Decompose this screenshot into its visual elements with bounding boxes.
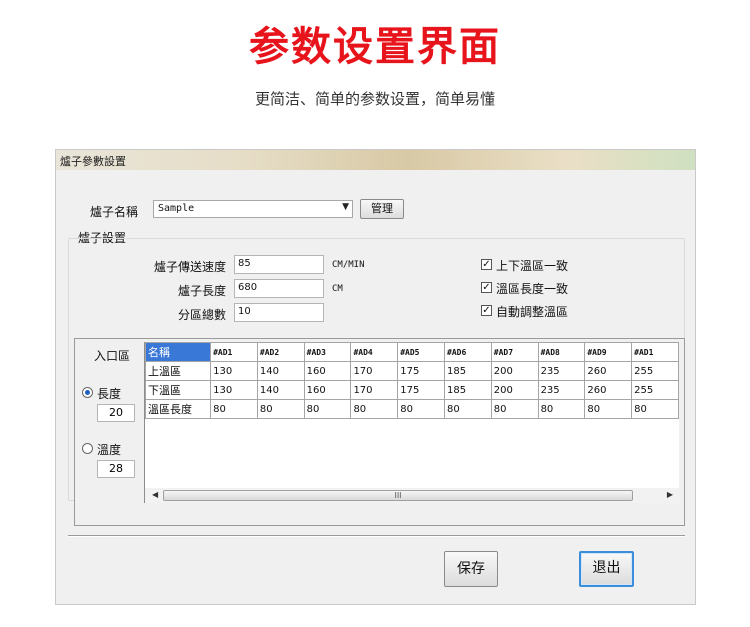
table-cell[interactable]: 80 — [350, 399, 399, 419]
zones-label: 分區總數 — [177, 308, 226, 322]
footer-divider — [68, 535, 685, 537]
dropdown-arrow-icon[interactable]: ▼ — [342, 202, 349, 212]
window-title: 爐子參數設置 — [60, 155, 126, 168]
furnace-name-value: Sample — [158, 203, 195, 214]
temperature-radio[interactable] — [82, 443, 93, 454]
entrance-label: 入口區 — [94, 349, 131, 363]
table-cell[interactable]: 80 — [210, 399, 258, 419]
entrance-length-input[interactable]: 20 — [97, 404, 135, 422]
furnace-name-label: 爐子名稱 — [90, 205, 139, 219]
table-header-cell[interactable]: 名稱 — [145, 342, 212, 362]
window-titlebar[interactable]: 爐子參數設置 — [56, 150, 695, 170]
table-cell[interactable]: 80 — [303, 399, 352, 419]
scroll-right-icon[interactable]: ▶ — [667, 490, 673, 499]
furnace-settings-window: 爐子參數設置 爐子名稱 Sample ▼ 管理 爐子設置 爐子傳送速度 85 C… — [55, 149, 696, 605]
table-cell[interactable]: 溫區長度 — [145, 399, 212, 419]
table-cell[interactable]: 160 — [303, 361, 352, 381]
table-cell[interactable]: 255 — [631, 380, 679, 400]
table-cell[interactable]: 200 — [490, 361, 539, 381]
table-header-row: 名稱 #AD1 #AD2 #AD3 #AD4 #AD5 #AD6 #AD7 #A… — [145, 342, 679, 362]
length-unit: CM — [332, 284, 343, 294]
same-zone-length-label: 溫區長度一致 — [496, 282, 569, 296]
same-upper-lower-label: 上下溫區一致 — [496, 259, 569, 273]
table-header-cell[interactable]: #AD7 — [490, 342, 539, 362]
speed-unit: CM/MIN — [332, 260, 365, 270]
same-zone-length-checkbox[interactable]: ✓ — [481, 282, 492, 293]
table-header-cell[interactable]: #AD5 — [397, 342, 445, 362]
table-header-cell[interactable]: #AD1 — [631, 342, 679, 362]
table-header-cell[interactable]: #AD4 — [350, 342, 399, 362]
table-cell[interactable]: 130 — [210, 380, 258, 400]
length-input[interactable]: 680 — [234, 279, 324, 298]
table-cell[interactable]: 170 — [350, 380, 399, 400]
table-cell[interactable]: 140 — [256, 361, 305, 381]
entrance-temperature-input[interactable]: 28 — [97, 460, 135, 478]
save-button[interactable]: 保存 — [444, 551, 498, 587]
table-row: 下溫區 130 140 160 170 175 185 200 235 260 … — [145, 380, 679, 400]
table-cell[interactable]: 80 — [537, 399, 586, 419]
table-cell[interactable]: 170 — [350, 361, 399, 381]
table-cell[interactable]: 185 — [444, 380, 492, 400]
table-row: 上溫區 130 140 160 170 175 185 200 235 260 … — [145, 361, 679, 381]
auto-adjust-label: 自動調整溫區 — [496, 305, 569, 319]
table-header-cell[interactable]: #AD6 — [444, 342, 492, 362]
scroll-left-icon[interactable]: ◀ — [152, 490, 158, 499]
length-radio[interactable] — [82, 387, 93, 398]
window-body: 爐子名稱 Sample ▼ 管理 爐子設置 爐子傳送速度 85 CM/MIN 爐… — [56, 170, 695, 604]
zone-table[interactable]: 名稱 #AD1 #AD2 #AD3 #AD4 #AD5 #AD6 #AD7 #A… — [144, 342, 679, 503]
table-cell[interactable]: 185 — [444, 361, 492, 381]
zones-input[interactable]: 10 — [234, 303, 324, 322]
table-cell[interactable]: 140 — [256, 380, 305, 400]
table-header-cell[interactable]: #AD8 — [537, 342, 586, 362]
same-upper-lower-checkbox[interactable]: ✓ — [481, 259, 492, 270]
manage-button[interactable]: 管理 — [360, 199, 404, 219]
furnace-name-dropdown[interactable]: Sample ▼ — [153, 200, 353, 218]
table-cell[interactable]: 上溫區 — [145, 361, 212, 381]
table-cell[interactable]: 255 — [631, 361, 679, 381]
table-cell[interactable]: 80 — [397, 399, 445, 419]
promo-subtitle: 更简洁、简单的参数设置，简单易懂 — [254, 90, 495, 108]
table-cell[interactable]: 130 — [210, 361, 258, 381]
speed-input[interactable]: 85 — [234, 255, 324, 274]
table-header-cell[interactable]: #AD9 — [584, 342, 633, 362]
speed-label: 爐子傳送速度 — [153, 260, 226, 274]
temperature-radio-label: 溫度 — [97, 443, 122, 457]
scrollbar-thumb[interactable]: III — [163, 490, 633, 501]
auto-adjust-checkbox[interactable]: ✓ — [481, 305, 492, 316]
table-cell[interactable]: 200 — [490, 380, 539, 400]
table-header-cell[interactable]: #AD1 — [210, 342, 258, 362]
table-cell[interactable]: 160 — [303, 380, 352, 400]
table-cell[interactable]: 235 — [537, 361, 586, 381]
table-cell[interactable]: 260 — [584, 380, 633, 400]
table-cell[interactable]: 80 — [631, 399, 679, 419]
table-header-cell[interactable]: #AD3 — [303, 342, 352, 362]
table-header-cell[interactable]: #AD2 — [256, 342, 305, 362]
table-cell[interactable]: 80 — [444, 399, 492, 419]
table-cell[interactable]: 175 — [397, 380, 445, 400]
table-cell[interactable]: 80 — [256, 399, 305, 419]
length-radio-label: 長度 — [97, 387, 122, 401]
table-cell[interactable]: 80 — [490, 399, 539, 419]
exit-button[interactable]: 退出 — [579, 551, 634, 587]
table-cell[interactable]: 80 — [584, 399, 633, 419]
promo-title: 参数设置界面 — [249, 24, 501, 70]
table-cell[interactable]: 235 — [537, 380, 586, 400]
table-cell[interactable]: 175 — [397, 361, 445, 381]
length-label: 爐子長度 — [177, 284, 226, 298]
table-row: 溫區長度 80 80 80 80 80 80 80 80 80 80 — [145, 399, 679, 419]
zone-panel: 入口區 長度 20 溫度 28 名稱 #AD1 #AD2 #AD3 #AD4 #… — [74, 338, 685, 526]
table-cell[interactable]: 下溫區 — [145, 380, 212, 400]
table-cell[interactable]: 260 — [584, 361, 633, 381]
horizontal-scrollbar[interactable]: ◀ III ▶ — [145, 488, 679, 503]
